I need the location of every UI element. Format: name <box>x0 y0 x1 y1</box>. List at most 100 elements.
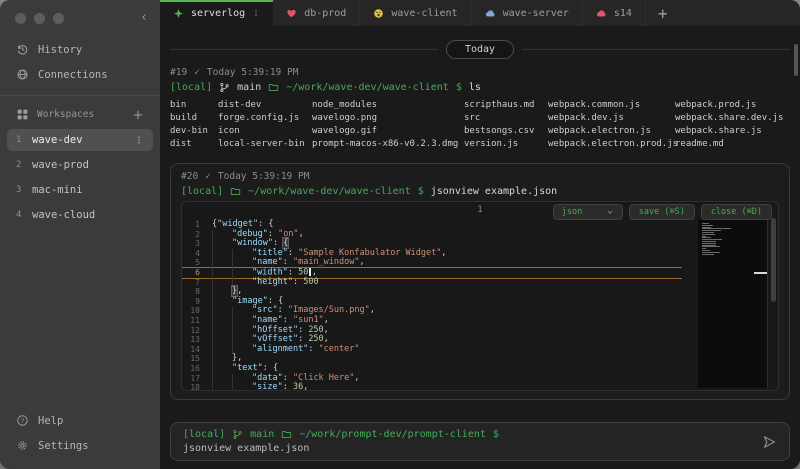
file-name: forge.config.js <box>218 112 312 125</box>
code-line[interactable]: 7 "height": 500 <box>182 278 682 288</box>
line-number: 4 <box>182 249 212 259</box>
save-button[interactable]: save (⌘S) <box>629 204 695 220</box>
tab-label: s14 <box>614 8 632 19</box>
sidebar-item-connections[interactable]: Connections <box>0 63 160 86</box>
line-number: 17 <box>182 374 212 384</box>
close-button[interactable] <box>15 13 26 24</box>
tab-db-prod[interactable]: db-prod <box>273 0 360 26</box>
file-name: dev-bin <box>170 125 218 138</box>
input-prompt-line: [local] main ~/work/prompt-dev/prompt-cl… <box>183 429 777 440</box>
sidebar-item-settings[interactable]: Settings <box>0 434 160 457</box>
prompt-line: [local] ~/work/wave-dev/wave-client $ js… <box>181 186 779 197</box>
editor-selection-indicator: 1 <box>477 205 482 215</box>
line-number: 5 <box>182 258 212 268</box>
workspace-item-wave-cloud[interactable]: 4 wave-cloud <box>7 204 153 226</box>
tab-label: db-prod <box>304 8 346 19</box>
git-branch-name: main <box>237 82 261 93</box>
minimize-button[interactable] <box>34 13 45 24</box>
block-line-number: #19 <box>170 67 187 78</box>
workspace-name: mac-mini <box>32 184 83 196</box>
command-input[interactable]: [local] main ~/work/prompt-dev/prompt-cl… <box>170 422 790 461</box>
workspaces-label: Workspaces <box>37 109 94 120</box>
heart-icon <box>286 8 297 19</box>
kebab-menu-icon[interactable] <box>134 134 144 146</box>
code-line[interactable]: 18 "size": 36, <box>182 383 682 391</box>
json-editor[interactable]: 1 json save (⌘S) close (⌘D) 1 {"widget": <box>181 201 779 391</box>
workspace-item-wave-dev[interactable]: 1 wave-dev <box>7 129 153 151</box>
file-name: dist <box>170 138 218 151</box>
editor-scrollbar-thumb[interactable] <box>771 218 776 302</box>
line-number: 10 <box>182 306 212 316</box>
file-name: readme.md <box>675 138 790 151</box>
file-name: bestsongs.csv <box>464 125 548 138</box>
main-scrollbar-thumb[interactable] <box>794 44 798 76</box>
file-name: build <box>170 112 218 125</box>
wave-terminal-window: ‹ History Connections Workspaces 1 wave-… <box>0 0 800 469</box>
globe-icon <box>16 68 29 81</box>
tab-s14[interactable]: s14 <box>583 0 646 26</box>
workspace-item-wave-prod[interactable]: 2 wave-prod <box>7 154 153 176</box>
tab-wave-client[interactable]: wave-client <box>360 0 471 26</box>
block-timestamp: Today 5:39:19 PM <box>207 67 299 78</box>
line-number: 7 <box>182 278 212 288</box>
terminal-content: Today #19 ✓ Today 5:39:19 PM [local] mai… <box>160 26 800 418</box>
close-button[interactable]: close (⌘D) <box>701 204 772 220</box>
file-name: wavelogo.png <box>312 112 464 125</box>
sidebar-footer: ? Help Settings <box>0 409 160 469</box>
workspace-item-mac-mini[interactable]: 3 mac-mini <box>7 179 153 201</box>
editor-minimap[interactable] <box>698 220 768 388</box>
tab-label: wave-server <box>503 8 569 19</box>
workspace-index: 4 <box>16 210 24 220</box>
tab-wave-server[interactable]: wave-server <box>472 0 583 26</box>
line-number: 18 <box>182 383 212 391</box>
tab-bar: serverlog db-prod wave-client wave-serve… <box>160 0 800 26</box>
code-line[interactable]: 14 "alignment": "center" <box>182 345 682 355</box>
file-name: webpack.electron.prod.js <box>548 138 675 151</box>
sidebar-collapse-icon[interactable]: ‹ <box>140 10 148 25</box>
add-workspace-button[interactable] <box>132 109 144 121</box>
send-icon[interactable] <box>761 434 777 450</box>
file-name: bin <box>170 99 218 112</box>
sidebar-item-help[interactable]: ? Help <box>0 409 160 432</box>
sidebar-item-label: Settings <box>38 440 89 452</box>
sidebar-item-history[interactable]: History <box>0 38 160 61</box>
date-divider-pill: Today <box>446 40 514 59</box>
sidebar-item-label: Help <box>38 415 63 427</box>
sidebar-nav: History Connections <box>0 38 160 86</box>
code-area[interactable]: 1 {"widget": { 2 "debug": "on", 3 "windo… <box>182 220 778 391</box>
sidebar-item-label: History <box>38 44 82 56</box>
file-name: prompt-macos-x86-v0.2.3.dmg <box>312 138 464 151</box>
prompt-host: [local] <box>181 186 223 197</box>
tab-serverlog[interactable]: serverlog <box>160 0 273 26</box>
file-name: webpack.common.js <box>548 99 675 112</box>
cloud-icon <box>596 8 607 19</box>
line-number: 15 <box>182 354 212 364</box>
command-block-19: #19 ✓ Today 5:39:19 PM [local] main ~/wo… <box>170 67 790 151</box>
workspace-index: 1 <box>16 135 24 145</box>
file-name: local-server-bin <box>218 138 312 151</box>
zoom-button[interactable] <box>53 13 64 24</box>
command-input-value[interactable]: jsonview example.json <box>183 443 777 454</box>
sparkle-icon <box>173 8 184 19</box>
line-number: 6 <box>182 268 212 278</box>
git-branch-icon <box>219 82 230 93</box>
check-icon: ✓ <box>205 171 211 182</box>
text-cursor <box>309 268 311 276</box>
tab-menu-icon[interactable] <box>252 9 260 17</box>
prompt-host: [local] <box>183 429 225 440</box>
line-number: 13 <box>182 335 212 345</box>
file-name: webpack.dev.js <box>548 112 675 125</box>
tab-label: serverlog <box>191 8 245 19</box>
minimap-cursor-marker <box>754 272 767 274</box>
folder-icon <box>281 429 292 440</box>
cloud-icon <box>485 8 496 19</box>
add-tab-button[interactable]: + <box>646 0 680 26</box>
face-icon <box>373 8 384 19</box>
git-branch-name: main <box>250 429 274 440</box>
date-divider: Today <box>170 40 790 59</box>
file-name: webpack.electron.js <box>548 125 675 138</box>
file-name: src <box>464 112 548 125</box>
language-mode-select[interactable]: json <box>553 204 623 220</box>
prompt-dollar: $ <box>418 186 424 197</box>
prompt-dollar: $ <box>493 429 499 440</box>
